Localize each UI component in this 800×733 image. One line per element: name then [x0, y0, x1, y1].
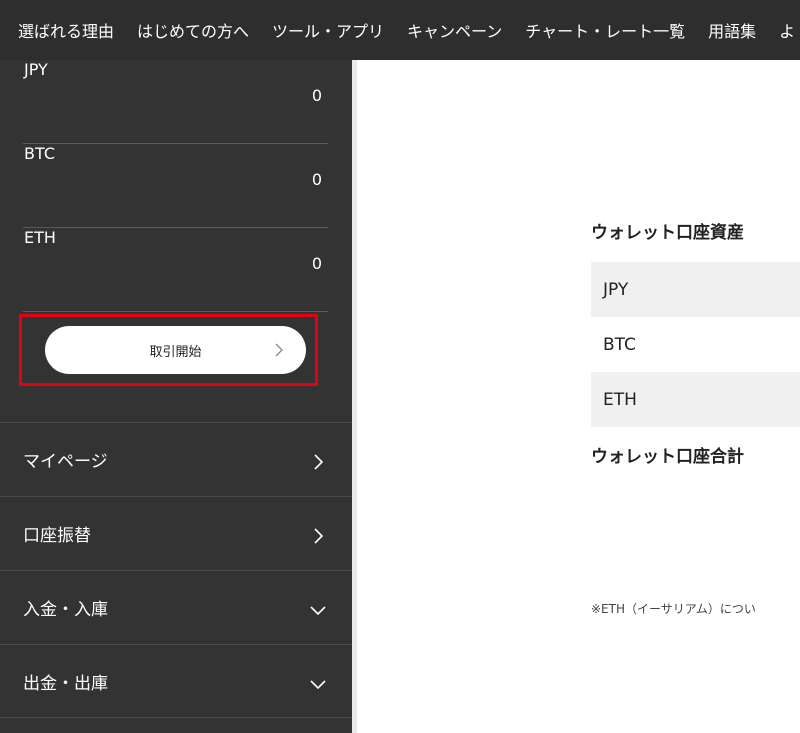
- nav-tools-apps[interactable]: ツール・アプリ: [272, 18, 384, 42]
- sidebar: JPY 0 BTC 0 ETH 0 取引開始 マイページ 口座振替 入金・入庫 …: [0, 60, 352, 733]
- nav-charts-rates[interactable]: チャート・レート一覧: [525, 18, 685, 42]
- nav-more[interactable]: よ: [779, 18, 795, 42]
- chevron-right-icon: [314, 528, 324, 544]
- balance-currency: JPY: [24, 60, 48, 79]
- balance-row-btc: BTC 0: [23, 144, 328, 228]
- menu-item-withdrawal[interactable]: 出金・出庫: [0, 644, 352, 718]
- wallet-total-title: ウォレット口座合計: [591, 447, 744, 467]
- asset-row-btc: BTC: [603, 334, 636, 355]
- start-trading-button[interactable]: 取引開始: [45, 326, 306, 374]
- asset-row-eth: ETH: [591, 372, 800, 427]
- wallet-assets-title: ウォレット口座資産: [591, 223, 744, 243]
- start-trading-label: 取引開始: [149, 344, 202, 360]
- menu-item-label: 入金・入庫: [23, 600, 108, 620]
- nav-campaign[interactable]: キャンペーン: [407, 18, 502, 42]
- balance-currency: ETH: [24, 228, 56, 247]
- top-nav: 選ばれる理由 はじめての方へ ツール・アプリ キャンペーン チャート・レート一覧…: [0, 0, 800, 60]
- chevron-right-icon: [275, 343, 283, 357]
- balance-currency: BTC: [24, 144, 55, 163]
- chevron-down-icon: [310, 606, 326, 616]
- balance-amount: 0: [311, 170, 322, 189]
- nav-beginners[interactable]: はじめての方へ: [137, 18, 249, 42]
- eth-note: ※ETH（イーサリアム）につい: [591, 602, 756, 616]
- nav-glossary[interactable]: 用語集: [708, 18, 756, 42]
- asset-row-jpy: JPY: [591, 262, 800, 317]
- balance-row-eth: ETH 0: [23, 228, 328, 312]
- balance-amount: 0: [311, 254, 322, 273]
- menu-item-label: 口座振替: [23, 526, 91, 546]
- chevron-right-icon: [314, 454, 324, 470]
- menu-item-mypage[interactable]: マイページ: [0, 422, 352, 496]
- balance-row-jpy: JPY 0: [23, 60, 328, 144]
- balance-amount: 0: [311, 86, 322, 105]
- menu-item-label: 出金・出庫: [23, 674, 108, 694]
- menu-item-account-transfer[interactable]: 口座振替: [0, 496, 352, 570]
- menu-item-deposit[interactable]: 入金・入庫: [0, 570, 352, 644]
- menu-item-label: マイページ: [23, 452, 108, 472]
- chevron-down-icon: [310, 680, 326, 690]
- content-divider: [352, 60, 357, 733]
- nav-why-chosen[interactable]: 選ばれる理由: [18, 18, 114, 42]
